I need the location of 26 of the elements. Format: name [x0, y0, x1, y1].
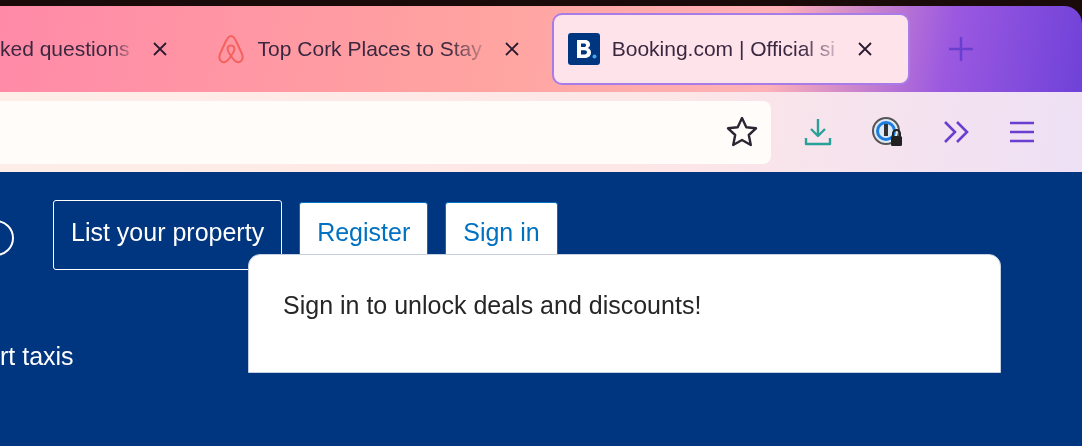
popup-message: Sign in to unlock deals and discounts! — [283, 291, 702, 319]
close-tab-button[interactable] — [151, 41, 168, 57]
double-chevron-icon — [943, 120, 971, 144]
password-manager-button[interactable] — [871, 116, 905, 148]
tab-title: Top Cork Places to Stay — [257, 37, 482, 61]
download-icon — [803, 117, 833, 147]
airbnb-logo-icon — [215, 33, 246, 65]
downloads-button[interactable] — [803, 117, 833, 147]
tab-title: ked questions — [0, 37, 130, 61]
bookmark-button[interactable] — [725, 116, 759, 148]
browser-tab[interactable]: Top Cork Places to Stay — [201, 15, 540, 83]
menu-button[interactable] — [1009, 121, 1035, 143]
more-tools-button[interactable] — [943, 120, 971, 144]
close-tab-button[interactable] — [857, 41, 874, 57]
booking-logo-icon — [567, 33, 600, 65]
browser-tab[interactable]: ked questions — [0, 15, 188, 83]
close-icon — [503, 41, 520, 57]
plus-icon — [947, 36, 974, 62]
star-icon — [725, 116, 759, 148]
close-icon — [857, 41, 874, 57]
tab-title: Booking.com | Official si — [611, 37, 836, 61]
close-icon — [151, 41, 168, 57]
menu-icon — [1009, 121, 1035, 143]
password-lock-icon — [871, 116, 905, 148]
close-tab-button[interactable] — [503, 41, 520, 57]
browser-tab[interactable]: Booking.com | Official si — [553, 15, 908, 83]
